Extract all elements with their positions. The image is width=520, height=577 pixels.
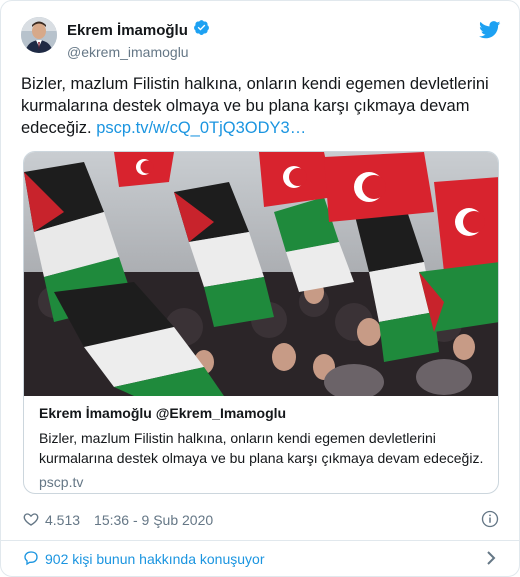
conversation-text[interactable]: 902 kişi bunun hakkında konuşuyor — [45, 551, 264, 567]
avatar[interactable] — [21, 17, 57, 53]
link-card[interactable]: Ekrem İmamoğlu @Ekrem_Imamoglu Bizler, m… — [23, 151, 499, 494]
verified-badge-icon — [193, 19, 210, 41]
tweet-header: Ekrem İmamoğlu @ekrem_imamoglu — [21, 15, 501, 65]
author-handle[interactable]: @ekrem_imamoglu — [67, 44, 210, 60]
tweet-link[interactable]: pscp.tv/w/cQ_0TjQ3ODY3… — [96, 119, 306, 137]
chevron-right-icon[interactable] — [485, 550, 497, 566]
author-name[interactable]: Ekrem İmamoğlu — [67, 22, 188, 39]
divider — [1, 540, 519, 541]
tweet-embed: Ekrem İmamoğlu @ekrem_imamoglu Bizler, m… — [0, 0, 520, 577]
heart-icon[interactable] — [23, 511, 45, 530]
author-info: Ekrem İmamoğlu @ekrem_imamoglu — [67, 19, 210, 60]
twitter-bird-icon[interactable] — [479, 21, 501, 39]
reply-bubble-icon — [23, 550, 45, 569]
info-icon[interactable] — [481, 510, 499, 528]
tweet-text: Bizler, mazlum Filistin halkına, onların… — [21, 73, 501, 139]
card-body[interactable]: Ekrem İmamoğlu @Ekrem_Imamoglu Bizler, m… — [39, 405, 484, 490]
card-image[interactable] — [24, 152, 498, 400]
card-domain: pscp.tv — [39, 474, 84, 490]
timestamp[interactable]: 15:36 - 9 Şub 2020 — [94, 512, 213, 528]
card-description: Bizler, mazlum Filistin halkına, onların… — [39, 430, 484, 466]
tweet-meta: 4.513 15:36 - 9 Şub 2020 — [23, 510, 499, 530]
card-title: Ekrem İmamoğlu @Ekrem_Imamoglu — [39, 405, 287, 421]
like-count[interactable]: 4.513 — [45, 512, 80, 528]
conversation-link[interactable]: 902 kişi bunun hakkında konuşuyor — [23, 549, 499, 569]
